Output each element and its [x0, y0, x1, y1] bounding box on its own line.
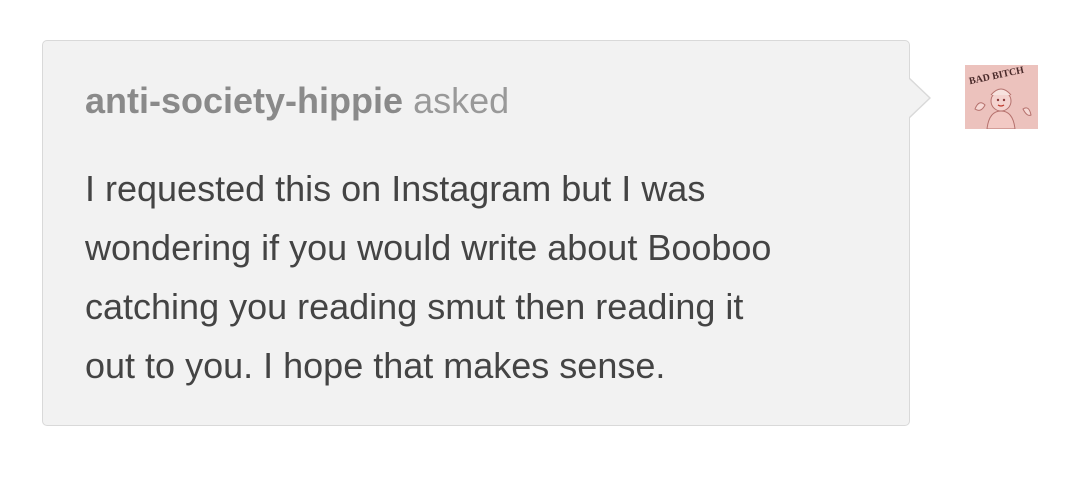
asked-label: asked	[413, 80, 510, 121]
avatar[interactable]: BAD BITCH	[965, 65, 1038, 129]
bubble-pointer-fill	[908, 78, 929, 118]
ask-page: anti-society-hippie asked I requested th…	[0, 0, 1080, 482]
question-line: catching you reading smut then reading i…	[85, 286, 744, 327]
question-line: I requested this on Instagram but I was	[85, 168, 706, 209]
asker-username-link[interactable]: anti-society-hippie	[85, 80, 403, 121]
question-line: out to you. I hope that makes sense.	[85, 345, 666, 386]
question-line: wondering if you would write about Boobo…	[85, 227, 772, 268]
ask-header: anti-society-hippie asked	[85, 79, 509, 123]
question-text: I requested this on Instagram but I was …	[85, 159, 885, 395]
ask-bubble: anti-society-hippie asked I requested th…	[42, 40, 910, 426]
avatar-illustration-icon: BAD BITCH	[965, 65, 1038, 129]
